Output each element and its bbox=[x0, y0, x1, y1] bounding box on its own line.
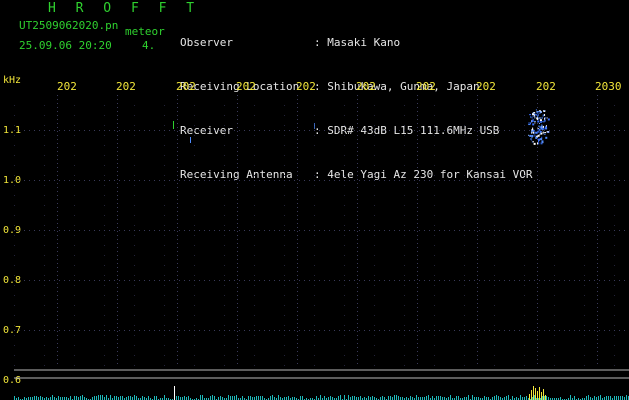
faint-trace bbox=[314, 123, 315, 129]
meta-label-observer: Observer bbox=[180, 36, 233, 49]
x-tick-label: 202 bbox=[536, 80, 556, 93]
faint-trace bbox=[190, 137, 191, 143]
event-count: 4. bbox=[142, 39, 156, 52]
app-title: H R O F F T bbox=[48, 1, 201, 16]
spectrogram-plot bbox=[14, 95, 629, 400]
x-tick-label: 202 bbox=[356, 80, 376, 93]
timestamp: 25.09.06 20:20 bbox=[19, 39, 112, 52]
y-axis-unit: kHz bbox=[3, 75, 22, 86]
x-tick-label: 2030 bbox=[595, 80, 622, 93]
x-tick-label: 202 bbox=[416, 80, 436, 93]
x-tick-label: 202 bbox=[236, 80, 256, 93]
meta-value-observer: : Masaki Kano bbox=[314, 36, 401, 49]
x-tick-label: 202 bbox=[116, 80, 136, 93]
x-tick-label: 202 bbox=[476, 80, 496, 93]
grid-dots bbox=[14, 95, 625, 366]
x-tick-label: 202 bbox=[57, 80, 77, 93]
x-tick-label: 202 bbox=[296, 80, 316, 93]
file-name: UT2509062020.pn bbox=[19, 19, 119, 32]
x-tick-label: 202 bbox=[176, 80, 196, 93]
meteor-echo bbox=[528, 109, 550, 145]
faint-trace bbox=[173, 121, 174, 129]
spectrum-bars bbox=[14, 386, 629, 400]
mode-label: meteor bbox=[125, 25, 165, 38]
spectrogram-window: { "header": { "title": "H R O F F T", "f… bbox=[0, 0, 629, 400]
